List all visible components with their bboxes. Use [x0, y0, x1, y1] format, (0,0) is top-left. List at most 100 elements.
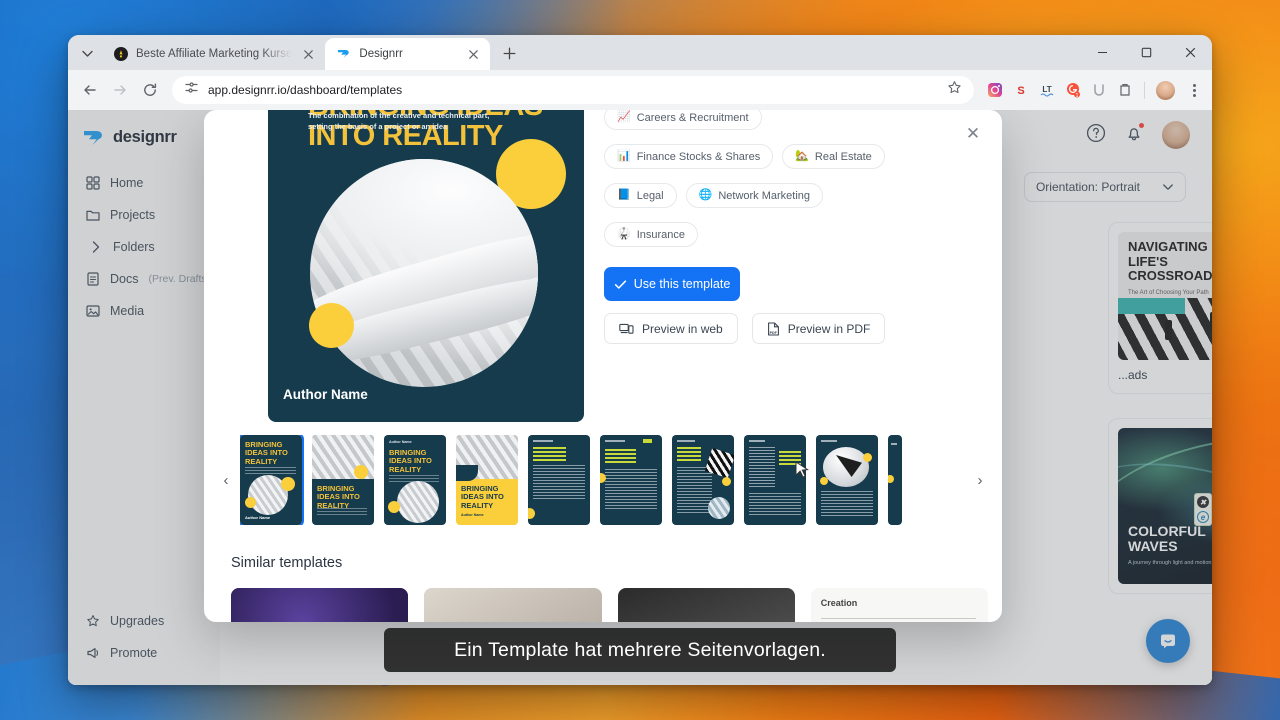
ublock-extension-icon[interactable]: [1090, 82, 1107, 99]
page-thumbnail-2[interactable]: BRINGING IDEAS INTO REALITY: [312, 435, 374, 525]
tab-search-button[interactable]: [74, 40, 100, 66]
network-marketing-icon: 🌐: [698, 189, 713, 201]
window-maximize-button[interactable]: [1124, 35, 1168, 70]
chip-finance-stocks-shares[interactable]: 📊 Finance Stocks & Shares: [604, 144, 774, 169]
template-cover-preview: BRINGING IDEAS INTO REALITY The combinat…: [268, 110, 584, 422]
chip-insurance-label: Insurance: [636, 228, 686, 241]
svg-text:1: 1: [1075, 93, 1078, 98]
careers-icon: 📈: [617, 111, 631, 123]
back-button[interactable]: [76, 76, 104, 104]
similar-templates-row: History Of Home Makeover Creation: [231, 588, 988, 622]
grammarly-extension-icon[interactable]: 1: [1064, 82, 1081, 99]
category-chips-row-4: 🥋 Insurance: [604, 222, 978, 247]
cover-yellow-circle-bottom: [309, 303, 354, 348]
template-detail-modal: ✕ BRINGING IDEAS INTO REALITY The combin…: [204, 110, 1002, 622]
category-chips-row-3: 📘 Legal 🌐 Network Marketing: [604, 183, 978, 208]
chip-network-marketing-label: Network Marketing: [718, 189, 811, 202]
chip-legal[interactable]: 📘 Legal: [604, 183, 677, 208]
reload-button[interactable]: [136, 76, 164, 104]
similar-template-card-2[interactable]: [424, 588, 602, 622]
template-info-column: 📈 Careers & Recruitment 📊 Finance Stocks…: [604, 110, 978, 344]
seo-extension-icon[interactable]: S: [1012, 82, 1029, 99]
browser-tab-1[interactable]: Beste Affiliate Marketing Kurse: [102, 38, 325, 70]
thumbnails-prev-arrow[interactable]: ‹: [212, 472, 240, 489]
extension-icons: S LT 1: [982, 80, 1204, 100]
chip-finance-stocks-shares-label: Finance Stocks & Shares: [636, 150, 761, 163]
page-thumbnail-4-heading: BRINGING IDEAS INTO REALITY: [461, 484, 504, 510]
thumbnails-next-arrow[interactable]: ›: [966, 472, 994, 489]
use-this-template-button[interactable]: Use this template: [604, 267, 740, 301]
pdf-preview-icon: PDF: [767, 321, 779, 336]
browser-tab-strip: Beste Affiliate Marketing Kurse Designrr: [68, 35, 1212, 70]
subtitle-caption: Ein Template hat mehrere Seitenvorlagen.: [384, 628, 896, 672]
similar-template-card-3[interactable]: Home Makeover: [617, 588, 795, 622]
chip-legal-label: Legal: [636, 189, 664, 202]
cover-author: Author Name: [283, 387, 368, 402]
page-thumbnail-1-heading: BRINGING IDEAS INTO REALITY: [245, 440, 288, 466]
real-estate-icon: 🏡: [795, 150, 809, 162]
browser-tab-2-close[interactable]: [465, 46, 481, 62]
page-thumbnail-10[interactable]: [888, 435, 902, 525]
browser-tab-2[interactable]: Designrr: [325, 38, 491, 70]
chip-network-marketing[interactable]: 🌐 Network Marketing: [685, 183, 824, 208]
page-thumbnail-9[interactable]: [816, 435, 878, 525]
page-thumbnail-4[interactable]: BRINGING IDEAS INTO REALITY Author Name: [456, 435, 518, 525]
window-minimize-button[interactable]: [1080, 35, 1124, 70]
chip-careers-recruitment[interactable]: 📈 Careers & Recruitment: [604, 110, 762, 130]
site-settings-icon[interactable]: [184, 80, 199, 100]
subtitle-caption-text: Ein Template hat mehrere Seitenvorlagen.: [454, 638, 826, 661]
address-bar[interactable]: app.designrr.io/dashboard/templates: [172, 76, 974, 104]
cover-photo-circle: [310, 159, 538, 387]
page-thumbnail-2-heading: BRINGING IDEAS INTO REALITY: [317, 484, 360, 510]
svg-text:PDF: PDF: [769, 331, 777, 335]
preview-in-pdf-button[interactable]: PDF Preview in PDF: [751, 313, 886, 344]
toolbar-separator: [1144, 81, 1145, 99]
languagetool-extension-icon[interactable]: LT: [1038, 82, 1055, 99]
browser-tab-2-title: Designrr: [359, 48, 403, 60]
legal-icon: 📘: [617, 189, 631, 201]
page-thumbnail-3-heading: BRINGING IDEAS INTO REALITY: [389, 448, 432, 474]
browser-tab-1-close[interactable]: [300, 46, 316, 62]
svg-text:S: S: [1017, 85, 1024, 97]
chip-real-estate-label: Real Estate: [814, 150, 872, 163]
cover-subtitle: The combination of the creative and tech…: [308, 111, 490, 131]
mouse-cursor: [795, 461, 809, 478]
similar-template-card-1[interactable]: History Of: [231, 588, 409, 622]
page-thumbnail-5[interactable]: [528, 435, 590, 525]
chip-real-estate[interactable]: 🏡 Real Estate: [782, 144, 885, 169]
profile-avatar[interactable]: [1156, 80, 1175, 100]
bookmark-star-icon[interactable]: [947, 80, 962, 100]
insurance-icon: 🥋: [617, 228, 631, 240]
page-thumbnail-6[interactable]: [600, 435, 662, 525]
page-thumbnail-3[interactable]: Author Name BRINGING IDEAS INTO REALITY: [384, 435, 446, 525]
cover-art: BRINGING IDEAS INTO REALITY The combinat…: [268, 110, 584, 422]
svg-text:LT: LT: [1042, 85, 1051, 94]
address-bar-url: app.designrr.io/dashboard/templates: [208, 83, 403, 97]
finance-icon: 📊: [617, 150, 631, 162]
forward-button[interactable]: [106, 76, 134, 104]
page-thumbnail-7[interactable]: [672, 435, 734, 525]
similar-template-card-4[interactable]: Creation: [810, 588, 988, 622]
category-chips: 📈 Careers & Recruitment: [604, 110, 978, 130]
similar-template-card-4-title: Creation: [820, 598, 858, 608]
category-chips-row-2: 📊 Finance Stocks & Shares 🏡 Real Estate: [604, 144, 978, 169]
page-thumbnails-row: ‹ BRINGING IDEAS INTO REALITY Author Nam…: [204, 435, 1002, 525]
browser-tab-1-title: Beste Affiliate Marketing Kurse: [136, 48, 293, 60]
similar-templates-title: Similar templates: [231, 555, 343, 571]
window-controls: [1080, 35, 1212, 70]
designrr-favicon: [336, 47, 351, 62]
use-this-template-label: Use this template: [633, 277, 731, 291]
page-thumbnail-1[interactable]: BRINGING IDEAS INTO REALITY Author Name: [240, 435, 304, 525]
browser-window: Beste Affiliate Marketing Kurse Designrr: [68, 35, 1212, 685]
preview-in-web-button[interactable]: Preview in web: [604, 313, 738, 344]
instagram-extension-icon[interactable]: [986, 82, 1003, 99]
chip-careers-recruitment-label: Careers & Recruitment: [636, 111, 749, 124]
chip-insurance[interactable]: 🥋 Insurance: [604, 222, 699, 247]
clipboard-extension-icon[interactable]: [1116, 82, 1133, 99]
window-close-button[interactable]: [1168, 35, 1212, 70]
modal-body: BRINGING IDEAS INTO REALITY The combinat…: [204, 110, 1002, 622]
kebab-menu-icon[interactable]: [1184, 83, 1204, 97]
new-tab-button[interactable]: [496, 40, 522, 66]
page-thumbnails: BRINGING IDEAS INTO REALITY Author Name …: [240, 435, 966, 525]
preview-in-web-label: Preview in web: [642, 321, 723, 336]
